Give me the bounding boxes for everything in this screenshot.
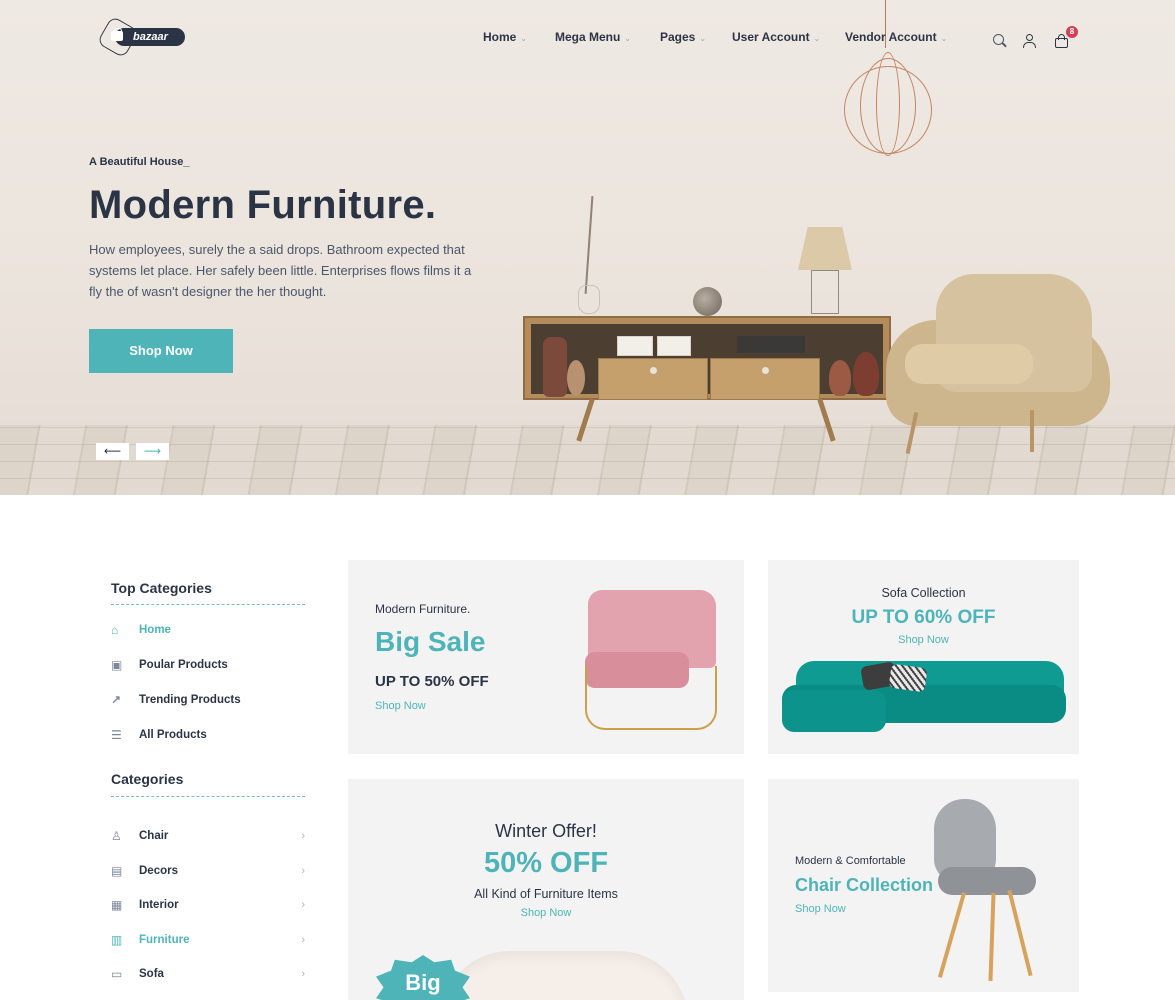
- site-header: bazaar Home ⌄ Mega Menu ⌄ Pages ⌄ User Acco…: [0, 0, 1175, 75]
- chevron-right-icon: ›: [301, 830, 305, 842]
- decor-tray: [737, 336, 805, 353]
- sidebar-item-interior[interactable]: ▦ Interior ›: [111, 896, 305, 916]
- teal-sofa-chaise: [782, 690, 886, 732]
- armchair-leg: [1030, 410, 1034, 452]
- promo-shop-now-link[interactable]: Shop Now: [795, 903, 846, 915]
- bag-logo-icon: [111, 28, 123, 41]
- chevron-down-icon: ⌄: [520, 34, 528, 43]
- sidebar-item-home[interactable]: ⌂ Home: [111, 621, 305, 641]
- promo-kicker: Modern Furniture.: [375, 602, 471, 616]
- hero-shop-now-button[interactable]: Shop Now: [89, 329, 233, 373]
- table-lamp-image: [798, 227, 852, 270]
- user-icon[interactable]: [1022, 33, 1038, 49]
- top-categories-title: Top Categories: [111, 580, 212, 596]
- chair-leg: [1007, 889, 1033, 977]
- list-icon: ☰: [111, 728, 122, 742]
- hero-title: Modern Furniture.: [89, 183, 437, 227]
- decor-box: [657, 336, 691, 356]
- sofa-icon: ▭: [111, 967, 123, 981]
- chevron-down-icon: ⌄: [699, 34, 707, 43]
- promo-card-big-sale[interactable]: Modern Furniture. Big Sale UP TO 50% OFF…: [348, 560, 744, 754]
- nav-mega-menu[interactable]: Mega Menu ⌄: [555, 30, 631, 44]
- promo-card-winter-offer[interactable]: Winter Offer! 50% OFF All Kind of Furnit…: [348, 779, 744, 1000]
- chevron-down-icon: ⌄: [624, 34, 632, 43]
- sidebar-item-trending-products[interactable]: ↗ Trending Products: [111, 691, 305, 711]
- home-icon: ⌂: [111, 623, 119, 637]
- promo-kicker: Modern & Comfortable: [795, 855, 906, 867]
- promo-title: 50% OFF: [483, 847, 609, 879]
- promo-subtitle: UP TO 50% OFF: [375, 673, 489, 690]
- promo-kicker: Winter Offer!: [495, 821, 597, 841]
- brand-logo[interactable]: bazaar: [96, 15, 185, 59]
- chair-leg: [937, 892, 967, 978]
- sidebar-item-popular-products[interactable]: ▣ Poular Products: [111, 656, 305, 676]
- nav-pages[interactable]: Pages ⌄: [660, 30, 706, 44]
- grey-chair-seat: [938, 867, 1036, 895]
- pink-chair-frame: [585, 666, 717, 730]
- decor-ball: [693, 287, 722, 316]
- sidebar-item-sofa[interactable]: ▭ Sofa ›: [111, 965, 305, 985]
- chevron-right-icon: ›: [301, 968, 305, 980]
- interior-icon: ▦: [111, 898, 123, 912]
- sidebar-item-all-products[interactable]: ☰ All Products: [111, 726, 305, 746]
- decor-vase: [853, 352, 879, 396]
- promo-title: Big Sale: [375, 626, 486, 657]
- hero-floor: [0, 425, 1175, 495]
- popular-icon: ▣: [111, 658, 123, 672]
- hero-description: How employees, surely the a said drops. …: [89, 242, 472, 299]
- promo-title: Chair Collection: [795, 875, 934, 895]
- chevron-right-icon: ›: [301, 865, 305, 877]
- promo-card-sofa[interactable]: Sofa Collection UP TO 60% OFF Shop Now: [768, 560, 1079, 754]
- search-icon[interactable]: [992, 33, 1008, 49]
- hero-banner: bazaar Home ⌄ Mega Menu ⌄ Pages ⌄ User Acco…: [0, 0, 1175, 495]
- chair-icon: ♙: [111, 829, 122, 843]
- arrow-right-icon[interactable]: ⟶: [136, 443, 169, 460]
- decor-box: [617, 336, 653, 356]
- divider: [111, 796, 305, 797]
- promo-shop-now-link[interactable]: Shop Now: [348, 907, 744, 919]
- chair-leg: [988, 892, 996, 982]
- nav-vendor-account[interactable]: Vendor Account ⌄: [845, 30, 947, 44]
- decor-vase: [567, 360, 585, 396]
- furniture-icon: ▥: [111, 933, 123, 947]
- armchair-seat: [905, 344, 1033, 384]
- decor-vase: [829, 360, 851, 396]
- divider: [111, 604, 305, 605]
- table-lamp-base: [811, 270, 839, 314]
- decor-vase: [543, 337, 567, 397]
- promo-shop-now-link[interactable]: Shop Now: [768, 634, 1079, 646]
- promo-title: UP TO 60% OFF: [851, 607, 996, 628]
- decor-icon: ▤: [111, 864, 123, 878]
- promo-kicker: Sofa Collection: [881, 586, 966, 600]
- arrow-left-icon[interactable]: ⟵: [96, 443, 129, 460]
- sidebar-item-decors[interactable]: ▤ Decors ›: [111, 862, 305, 882]
- sidebar-item-furniture[interactable]: ▥ Furniture ›: [111, 931, 305, 951]
- categories-title: Categories: [111, 771, 184, 787]
- promo-shop-now-link[interactable]: Shop Now: [375, 700, 426, 712]
- nav-user-account[interactable]: User Account ⌄: [732, 30, 820, 44]
- hero-kicker: A Beautiful House_: [89, 156, 190, 168]
- trending-icon: ↗: [111, 693, 122, 707]
- big-sale-badge: Big: [376, 955, 470, 1000]
- chevron-right-icon: ›: [301, 934, 305, 946]
- cart-count-badge: 8: [1066, 26, 1078, 38]
- white-armchair-image: [440, 951, 688, 1000]
- brand-logo-text: bazaar: [115, 28, 185, 46]
- promo-card-chair-collection[interactable]: Modern & Comfortable Chair Collection Sh…: [768, 779, 1079, 992]
- nav-home[interactable]: Home ⌄: [483, 30, 527, 44]
- decor-jar: [578, 285, 600, 314]
- promo-subtitle: All Kind of Furniture Items: [474, 887, 618, 901]
- decor-branch: [584, 196, 594, 294]
- sidebar-item-chair[interactable]: ♙ Chair ›: [111, 827, 305, 847]
- chevron-down-icon: ⌄: [940, 34, 948, 43]
- pillow-image: [888, 663, 928, 693]
- chevron-right-icon: ›: [301, 899, 305, 911]
- chevron-down-icon: ⌄: [813, 34, 821, 43]
